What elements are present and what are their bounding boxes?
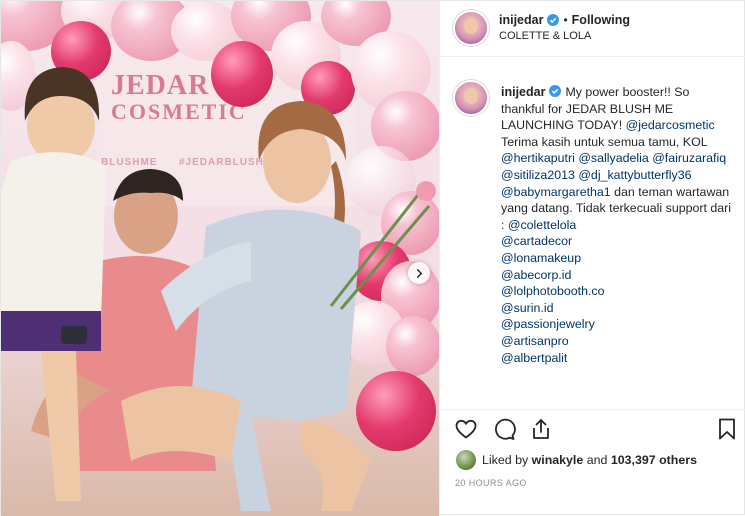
mention-link[interactable]: @lolphotobooth.co [501,284,605,298]
mention-link[interactable]: @babymargaretha1 [501,185,611,199]
liker-username[interactable]: winakyle [532,453,584,467]
verified-badge-icon [547,14,560,26]
caption-area: inijedar My power booster!! So thankful f… [440,67,745,407]
mention-link[interactable]: @jedarcosmetic [626,118,715,132]
share-button[interactable] [529,417,553,441]
mention-link[interactable]: @cartadecor [501,234,572,248]
save-button[interactable] [715,417,739,441]
separator-dot: • [563,13,568,27]
bookmark-icon [719,418,735,440]
author-username[interactable]: inijedar [499,13,543,27]
caption-text: inijedar My power booster!! So thankful f… [501,84,736,366]
actions-divider [440,409,745,410]
chevron-right-icon [416,268,422,278]
mention-link[interactable]: @lonamakeup [501,251,581,265]
mention-link[interactable]: @abecorp.id [501,268,571,282]
mention-link[interactable]: @surin.id [501,301,554,315]
likes-summary: Liked by winakyle and 103,397 others [456,450,697,470]
mention-link[interactable]: @dj_kattybutterfly36 [578,168,691,182]
share-icon [533,419,549,439]
comment-button[interactable] [492,417,516,441]
mention-link[interactable]: @hertikaputri [501,151,575,165]
caption-avatar[interactable] [453,80,489,116]
mention-link[interactable]: @passionjewelry [501,317,595,331]
mention-link[interactable]: @fairuzarafiq [652,151,726,165]
action-bar [440,413,745,443]
like-button[interactable] [454,417,478,441]
post-header: inijedar • Following COLETTE & LOLA [440,1,745,56]
verified-badge-icon [549,85,562,97]
caption-username[interactable]: inijedar [501,85,545,99]
post-side-panel: inijedar • Following COLETTE & LOLA inij… [439,1,745,516]
mention-link[interactable]: @sitiliza2013 [501,168,575,182]
liker-avatar[interactable] [456,450,476,470]
heart-icon [455,419,477,439]
people-illustration [1,67,436,511]
carousel-next-button[interactable] [408,262,430,284]
header-divider [440,56,745,57]
author-avatar[interactable] [453,10,489,46]
location-link[interactable]: COLETTE & LOLA [499,30,591,42]
mention-link[interactable]: @sallyadelia [578,151,648,165]
post-photo[interactable]: JEDAR COSMETIC #JEDARBLUSHME BLUSHME [1,1,439,516]
following-button[interactable]: Following [572,13,630,27]
mention-link[interactable]: @albertpalit [501,351,567,365]
likes-prefix: Liked by [482,453,529,467]
post-timestamp[interactable]: 20 HOURS AGO [455,478,527,488]
comment-icon [495,418,516,440]
caption-body: My power booster!! So thankful for JEDAR… [501,85,731,365]
mention-link[interactable]: @colettelola [508,218,576,232]
caption-text-segment: Terima kasih untuk semua tamu, KOL [501,134,708,149]
likes-count[interactable]: 103,397 others [611,453,697,467]
likes-joiner: and [586,453,608,467]
instagram-post: JEDAR COSMETIC #JEDARBLUSHME BLUSHME ini… [0,0,745,516]
mention-link[interactable]: @artisanpro [501,334,569,348]
